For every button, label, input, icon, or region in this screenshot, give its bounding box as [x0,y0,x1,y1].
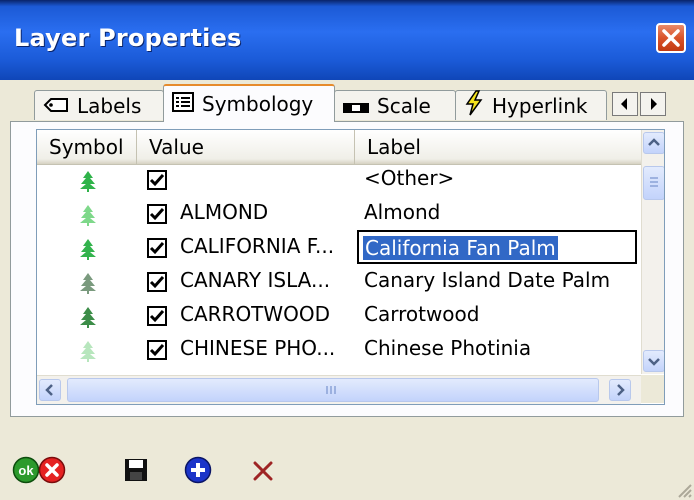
scroll-right-button[interactable] [609,379,631,401]
list-row[interactable]: CHINESE PHO... Chinese Photinia [37,334,642,368]
cancel-icon [38,456,66,484]
arrow-left-icon [621,98,627,110]
tab-labels[interactable]: Labels [34,90,164,120]
row-value: ALMOND [180,200,269,224]
tab-strip: Labels Symbology Scale Hyperlink [0,84,694,122]
column-header-label[interactable]: Label [355,130,642,164]
horizontal-scrollbar[interactable] [37,375,641,404]
scrollbar-corner [641,375,664,403]
chevron-right-icon [617,384,625,396]
grip-lines-icon [650,177,658,187]
cancel-button[interactable] [38,456,66,488]
bottom-toolbar: ok [0,420,694,500]
tab-labels-label: Labels [77,93,142,118]
list-row[interactable]: CANARY ISLA... Canary Island Date Palm [37,266,642,300]
delete-x-icon [253,461,273,481]
tree-icon [80,341,96,362]
tab-symbology-label: Symbology [202,92,314,116]
tree-icon [80,205,96,226]
delete-button[interactable] [252,460,274,486]
tab-hyperlink[interactable]: Hyperlink [455,90,607,120]
arrow-right-icon [651,98,657,110]
row-label: Carrotwood [364,302,480,326]
list-header: Symbol Value Label [37,130,642,165]
row-label: <Other> [364,166,455,190]
vertical-scroll-thumb[interactable] [643,166,664,200]
column-header-value[interactable]: Value [137,130,355,164]
row-label: Chinese Photinia [364,336,532,360]
close-icon [662,29,680,47]
row-checkbox[interactable] [147,170,167,190]
list-row[interactable]: ALMOND Almond [37,198,642,232]
row-checkbox[interactable] [147,272,167,292]
horizontal-scroll-thumb[interactable] [67,378,599,402]
title-bar[interactable]: Layer Properties [0,0,694,80]
tree-icon [80,239,96,260]
tree-icon [80,171,96,192]
row-checkbox[interactable] [147,306,167,326]
row-value: CARROTWOOD [180,302,331,326]
add-button[interactable] [184,456,212,488]
row-value: CANARY ISLA... [180,268,331,292]
scroll-down-button[interactable] [643,350,664,372]
tab-symbology[interactable]: Symbology [163,84,335,122]
selected-label-text: California Fan Palm [363,236,558,260]
floppy-disk-icon [125,459,147,481]
tab-scale-label: Scale [377,93,431,118]
label-edit-field[interactable]: California Fan Palm [357,230,637,264]
row-value: CALIFORNIA F... [180,234,335,258]
row-checkbox[interactable] [147,238,167,258]
symbol-list[interactable]: Symbol Value Label <Other> ALMOND Almond CA… [36,129,665,405]
list-row[interactable]: CALIFORNIA F... California Fan Palm [37,230,642,266]
list-row[interactable]: <Other> [37,164,642,198]
window-title: Layer Properties [14,24,242,52]
tab-scroll-left-button[interactable] [612,92,638,116]
column-header-symbol[interactable]: Symbol [37,130,137,164]
tab-scale[interactable]: Scale [334,90,456,120]
grip-lines-icon [326,386,336,394]
tree-icon [80,273,96,294]
save-button[interactable] [124,458,148,486]
chevron-left-icon [45,384,53,396]
ok-button-label: ok [18,463,34,478]
scale-ruler-icon [343,94,369,118]
layer-properties-window: Layer Properties Labels Symbology Scale [0,0,694,500]
label-tag-icon [43,94,69,118]
vertical-scrollbar[interactable] [641,130,664,374]
row-checkbox[interactable] [147,340,167,360]
chevron-down-icon [648,358,660,366]
list-row[interactable]: CARROTWOOD Carrotwood [37,300,642,334]
tab-scroll-right-button[interactable] [640,92,666,116]
lightning-icon [464,90,484,121]
plus-circle-icon [184,456,212,484]
chevron-up-icon [648,138,660,146]
ok-button[interactable]: ok [12,456,40,488]
close-button[interactable] [656,23,686,53]
row-label: Canary Island Date Palm [364,268,611,292]
tab-hyperlink-label: Hyperlink [492,93,588,118]
row-label: Almond [364,200,441,224]
tree-icon [80,307,96,328]
scroll-up-button[interactable] [643,132,664,154]
resize-grip-icon[interactable] [674,480,692,498]
row-checkbox[interactable] [147,204,167,224]
scroll-left-button[interactable] [39,379,61,401]
tab-scroll-arrows [612,92,672,116]
row-value: CHINESE PHO... [180,336,336,360]
list-icon [172,91,194,117]
ok-icon: ok [12,456,40,484]
